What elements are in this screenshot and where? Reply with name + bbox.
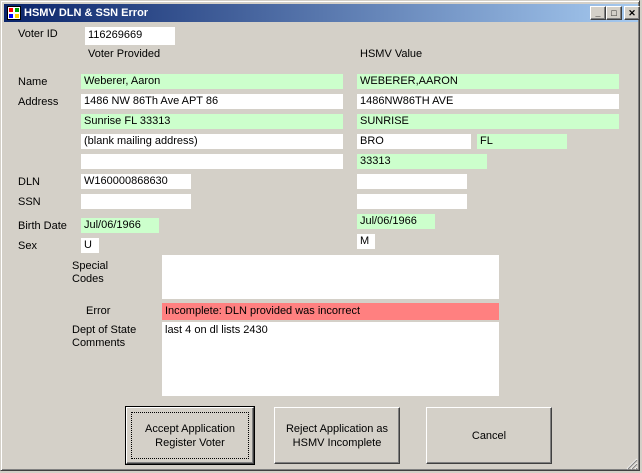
voter-id-field[interactable]: 116269669 [85,27,175,45]
close-button[interactable]: ✕ [624,6,640,20]
hsmv-ssn-field[interactable] [357,194,467,209]
voter-address2-field[interactable]: Sunrise FL 33313 [81,114,343,129]
hsmv-address1-field[interactable]: 1486NW86TH AVE [357,94,619,109]
voter-birth-date-field[interactable]: Jul/06/1966 [81,218,159,233]
ssn-label: SSN [18,196,41,208]
name-label: Name [18,76,48,88]
voter-name-field[interactable]: Weberer, Aaron [81,74,343,89]
maximize-button[interactable]: □ [606,6,622,20]
window-title: HSMV DLN & SSN Error [24,7,149,19]
hsmv-birth-date-field[interactable]: Jul/06/1966 [357,214,435,229]
sex-label: Sex [18,240,37,252]
comments-field[interactable]: last 4 on dl lists 2430 [162,322,499,396]
dln-label: DLN [18,176,41,188]
voter-ssn-field[interactable] [81,194,191,209]
hsmv-value-heading: HSMV Value [360,48,423,60]
hsmv-zip-field[interactable]: 33313 [357,154,487,169]
voter-id-label: Voter ID [18,28,58,40]
voter-address4-field[interactable] [81,154,343,169]
special-codes-field[interactable] [162,255,499,299]
birth-date-label: Birth Date [18,220,67,232]
voter-dln-field[interactable]: W160000868630 [81,174,191,189]
error-field[interactable]: Incomplete: DLN provided was incorrect [162,303,499,320]
address-label: Address [18,96,59,108]
accept-application-button[interactable]: Accept Application Register Voter [125,406,255,465]
resize-grip-icon[interactable] [626,458,638,470]
cancel-label: Cancel [471,429,507,442]
hsmv-city-field[interactable]: SUNRISE [357,114,619,129]
dialog-window: HSMV DLN & SSN Error _ □ ✕ [0,0,640,471]
minimize-button[interactable]: _ [590,6,606,20]
hsmv-county-field[interactable]: BRO [357,134,471,149]
app-icon [7,6,21,20]
hsmv-sex-field[interactable]: M [357,234,375,249]
reject-application-button[interactable]: Reject Application as HSMV Incomplete [274,407,400,464]
hsmv-state-field[interactable]: FL [477,134,567,149]
voter-address1-field[interactable]: 1486 NW 86Th Ave APT 86 [81,94,343,109]
title-bar[interactable]: HSMV DLN & SSN Error _ □ ✕ [4,4,640,22]
voter-provided-heading: Voter Provided [88,48,161,60]
hsmv-name-field[interactable]: WEBERER,AARON [357,74,619,89]
close-icon: ✕ [628,8,636,18]
voter-address3-field[interactable]: (blank mailing address) [81,134,343,149]
reject-application-label: Reject Application as HSMV Incomplete [285,422,389,449]
error-label: Error [86,305,111,317]
comments-label: Dept of State Comments [72,324,137,349]
hsmv-dln-field[interactable] [357,174,467,189]
voter-sex-field[interactable]: U [81,238,99,253]
minimize-icon: _ [595,8,601,18]
cancel-button[interactable]: Cancel [426,407,552,464]
focus-rectangle [131,412,249,459]
maximize-icon: □ [611,8,617,18]
special-codes-label: Special Codes [72,260,109,285]
